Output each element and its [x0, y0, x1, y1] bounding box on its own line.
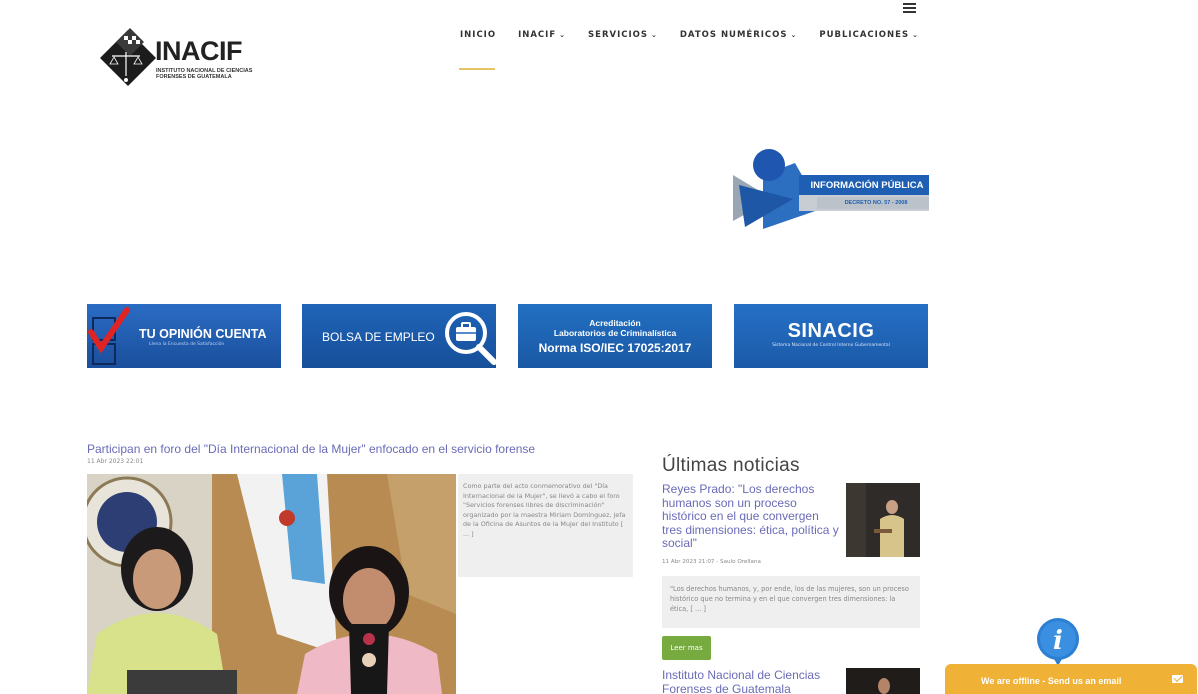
news-thumbnail-image: [846, 668, 920, 694]
banner-sinacig-subtitle: Sistema Nacional de Control Interno Gube…: [772, 343, 890, 348]
news-item-title-link[interactable]: Reyes Prado: "Los derechos humanos son u…: [662, 482, 840, 551]
active-nav-indicator: [459, 68, 495, 70]
article-title-link[interactable]: Participan en foro del "Día Internaciona…: [87, 442, 535, 456]
svg-text:i: i: [1053, 626, 1063, 656]
nav-inacif-label: INACIF: [518, 30, 557, 40]
logo-name: INACIF: [155, 36, 243, 66]
nav-servicios[interactable]: SERVICIOS ⌄: [588, 30, 658, 40]
article-photo[interactable]: [87, 474, 456, 694]
informacion-publica-subtitle: DECRETO NO. 57 - 2008: [844, 200, 908, 206]
briefcase-magnifier-icon: [445, 312, 496, 365]
article-excerpt: Como parte del acto conmemorativo del "D…: [458, 474, 633, 577]
hamburger-icon[interactable]: [903, 3, 916, 13]
banner-tu-opinion-subtitle: Llena la Encuesta de Satisfacción: [149, 342, 225, 347]
nav-publicaciones[interactable]: PUBLICACIONES ⌄: [819, 30, 919, 40]
chevron-down-icon: ⌄: [790, 31, 798, 39]
main-nav: INICIO INACIF ⌄ SERVICIOS ⌄ DATOS NUMÉRICO…: [460, 30, 941, 40]
article-photo-image: [87, 474, 456, 694]
banner-bolsa-de-empleo[interactable]: BOLSA DE EMPLEO: [302, 304, 496, 368]
chevron-down-icon: ⌄: [650, 31, 658, 39]
offline-chat-label: We are offline - Send us an email: [981, 676, 1122, 686]
banner-bolsa-title: BOLSA DE EMPLEO: [322, 330, 435, 344]
news-item-title-link[interactable]: Instituto Nacional de Ciencias Forenses …: [662, 668, 840, 694]
chevron-down-icon: ⌄: [559, 31, 567, 39]
news-item-thumbnail[interactable]: [846, 483, 920, 557]
nav-inacif[interactable]: INACIF ⌄: [518, 30, 566, 40]
banner-tu-opinion-cuenta[interactable]: TU OPINIÓN CUENTA Llena la Encuesta de S…: [87, 304, 281, 368]
latest-news-heading: Últimas noticias: [662, 455, 800, 476]
info-icon[interactable]: i: [1033, 617, 1083, 667]
chevron-down-icon: ⌄: [912, 31, 919, 39]
nav-publicaciones-label: PUBLICACIONES: [819, 30, 910, 40]
nav-datos-label: DATOS NUMÉRICOS: [679, 30, 788, 40]
nav-datos-numericos[interactable]: DATOS NUMÉRICOS ⌄: [680, 30, 798, 40]
info-bubble-icon: i: [1037, 618, 1079, 666]
logo-subtitle: INSTITUTO NACIONAL DE CIENCIAS FORENSES …: [156, 68, 253, 80]
inacif-logo[interactable]: INACIF INSTITUTO NACIONAL DE CIENCIAS FO…: [98, 16, 252, 100]
banner-tu-opinion-title: TU OPINIÓN CUENTA: [139, 327, 267, 341]
banner-acreditacion-line1: Acreditación: [589, 318, 641, 328]
nav-inicio-label: INICIO: [460, 30, 497, 40]
banner-sinacig-title: SINACIG: [787, 320, 875, 342]
news-item-excerpt: "Los derechos humanos, y, por ende, los …: [662, 576, 920, 628]
read-more-button[interactable]: Leer mas: [662, 636, 711, 660]
banner-acreditacion-line2: Laboratorios de Criminalística: [553, 328, 677, 338]
news-thumbnail-image: [846, 483, 920, 557]
news-item-thumbnail[interactable]: [846, 668, 920, 694]
banner-acreditacion[interactable]: Acreditación Laboratorios de Criminalíst…: [518, 304, 712, 368]
banner-acreditacion-line3: Norma ISO/IEC 17025:2017: [538, 341, 692, 355]
nav-servicios-label: SERVICIOS: [588, 30, 648, 40]
informacion-publica-banner[interactable]: INFORMACIÓN PÚBLICA DECRETO NO. 57 - 200…: [733, 149, 929, 233]
informacion-publica-title: INFORMACIÓN PÚBLICA: [810, 180, 924, 191]
banner-sinacig[interactable]: SINACIG Sistema Nacional de Control Inte…: [734, 304, 928, 368]
informacion-publica-graphic-icon: [733, 149, 929, 229]
news-item-meta: 11 Abr 2023 21:07 - Saulo Orellana: [662, 559, 761, 565]
offline-chat-bar[interactable]: We are offline - Send us an email: [945, 664, 1197, 694]
nav-inicio[interactable]: INICIO: [460, 30, 496, 40]
article-date: 11 Abr 2023 22:01: [87, 458, 144, 465]
envelope-icon[interactable]: [1172, 675, 1183, 683]
checkbox-checkmark-icon: [88, 307, 130, 365]
